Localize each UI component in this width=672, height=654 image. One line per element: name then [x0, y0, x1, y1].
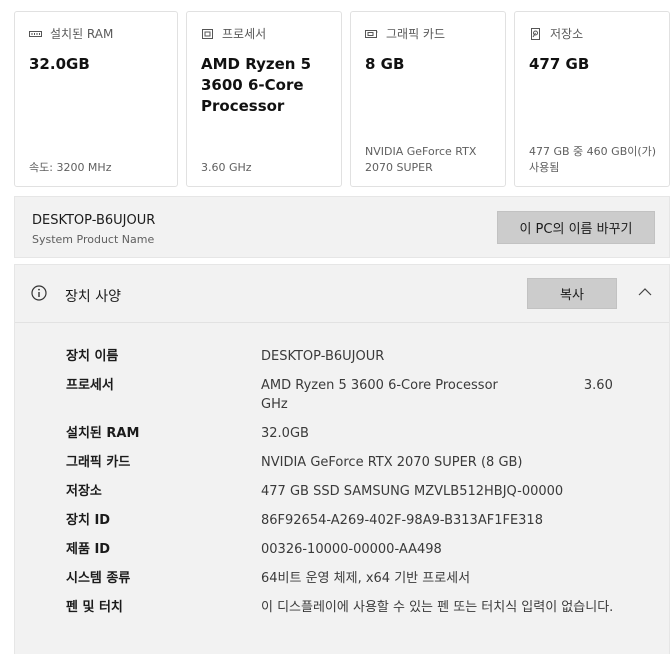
ram-icon — [29, 30, 42, 37]
processor-card: 프로세서 AMD Ryzen 5 3600 6-Core Processor 3… — [186, 11, 342, 187]
spec-value: 이 디스플레이에 사용할 수 있는 펜 또는 터치식 입력이 없습니다. — [261, 600, 614, 615]
spec-label: 펜 및 터치 — [66, 600, 123, 615]
spec-label: 장치 ID — [66, 513, 111, 528]
chevron-up-icon[interactable] — [638, 287, 652, 297]
device-specs-title: 장치 사양 — [65, 289, 121, 305]
spec-value: 32.0GB — [261, 426, 309, 441]
graphics-card-icon — [365, 29, 378, 38]
spec-label: 저장소 — [66, 484, 102, 499]
spec-label: 장치 이름 — [66, 349, 119, 364]
ram-card-value: 32.0GB — [29, 55, 90, 73]
spec-value: DESKTOP-B6UJOUR — [261, 349, 385, 364]
device-product-name: System Product Name — [32, 233, 155, 246]
storage-icon — [531, 27, 540, 40]
storage-card: 저장소 477 GB 477 GB 중 460 GB이(가) 사용됨 — [514, 11, 670, 187]
spec-label: 시스템 종류 — [66, 571, 131, 586]
storage-card-sub: 477 GB 중 460 GB이(가) 사용됨 — [529, 145, 657, 174]
device-specs-header[interactable]: 장치 사양 복사 — [15, 265, 669, 323]
device-specs-panel: 장치 사양 복사 장치 이름 DESKTOP-B6UJOUR 프로세서 AMD … — [14, 264, 670, 654]
storage-card-value: 477 GB — [529, 55, 590, 73]
processor-card-value: AMD Ryzen 5 3600 6-Core Processor — [201, 55, 312, 115]
ram-card-label: 설치된 RAM — [50, 27, 114, 41]
spec-value: AMD Ryzen 5 3600 6-Core Processor 3.60 GHz — [261, 376, 616, 414]
graphics-card-value: 8 GB — [365, 55, 405, 73]
device-name: DESKTOP-B6UJOUR — [32, 213, 156, 228]
spec-label: 그래픽 카드 — [66, 455, 131, 470]
ram-card: 설치된 RAM 32.0GB 속도: 3200 MHz — [14, 11, 178, 187]
spec-label: 설치된 RAM — [66, 426, 140, 441]
graphics-card-header: 그래픽 카드 — [365, 25, 445, 42]
processor-card-sub: 3.60 GHz — [201, 161, 252, 174]
spec-value-processor-speed: 3.60 — [583, 378, 613, 393]
processor-icon — [202, 28, 213, 39]
spec-value: 00326-10000-00000-AA498 — [261, 542, 442, 557]
processor-card-label: 프로세서 — [222, 27, 267, 41]
spec-label: 제품 ID — [66, 542, 111, 557]
graphics-card-label: 그래픽 카드 — [386, 27, 446, 41]
storage-card-label: 저장소 — [550, 27, 584, 41]
spec-value: NVIDIA GeForce RTX 2070 SUPER (8 GB) — [261, 455, 523, 470]
spec-value: 86F92654-A269-402F-98A9-B313AF1FE318 — [261, 513, 543, 528]
graphics-card-sub: NVIDIA GeForce RTX 2070 SUPER — [365, 145, 477, 174]
spec-value-processor-unit: GHz — [261, 397, 288, 412]
spec-value: 477 GB SSD SAMSUNG MZVLB512HBJQ-00000 — [261, 484, 564, 499]
info-icon — [31, 285, 47, 301]
ram-card-header: 설치된 RAM — [29, 25, 113, 42]
ram-card-sub: 속도: 3200 MHz — [29, 161, 112, 174]
spec-value: 64비트 운영 체제, x64 기반 프로세서 — [261, 571, 471, 586]
about-page: 설치된 RAM 32.0GB 속도: 3200 MHz 프로세서 AMD Ryz… — [0, 0, 672, 654]
copy-button[interactable]: 복사 — [527, 278, 617, 309]
spec-label: 프로세서 — [66, 378, 114, 393]
spec-value-processor: AMD Ryzen 5 3600 6-Core Processor — [261, 378, 498, 393]
graphics-card-card: 그래픽 카드 8 GB NVIDIA GeForce RTX 2070 SUPE… — [350, 11, 506, 187]
storage-card-header: 저장소 — [529, 25, 583, 42]
device-name-row: DESKTOP-B6UJOUR System Product Name 이 PC… — [14, 196, 670, 258]
processor-card-header: 프로세서 — [201, 25, 266, 42]
rename-pc-button[interactable]: 이 PC의 이름 바꾸기 — [497, 211, 655, 244]
